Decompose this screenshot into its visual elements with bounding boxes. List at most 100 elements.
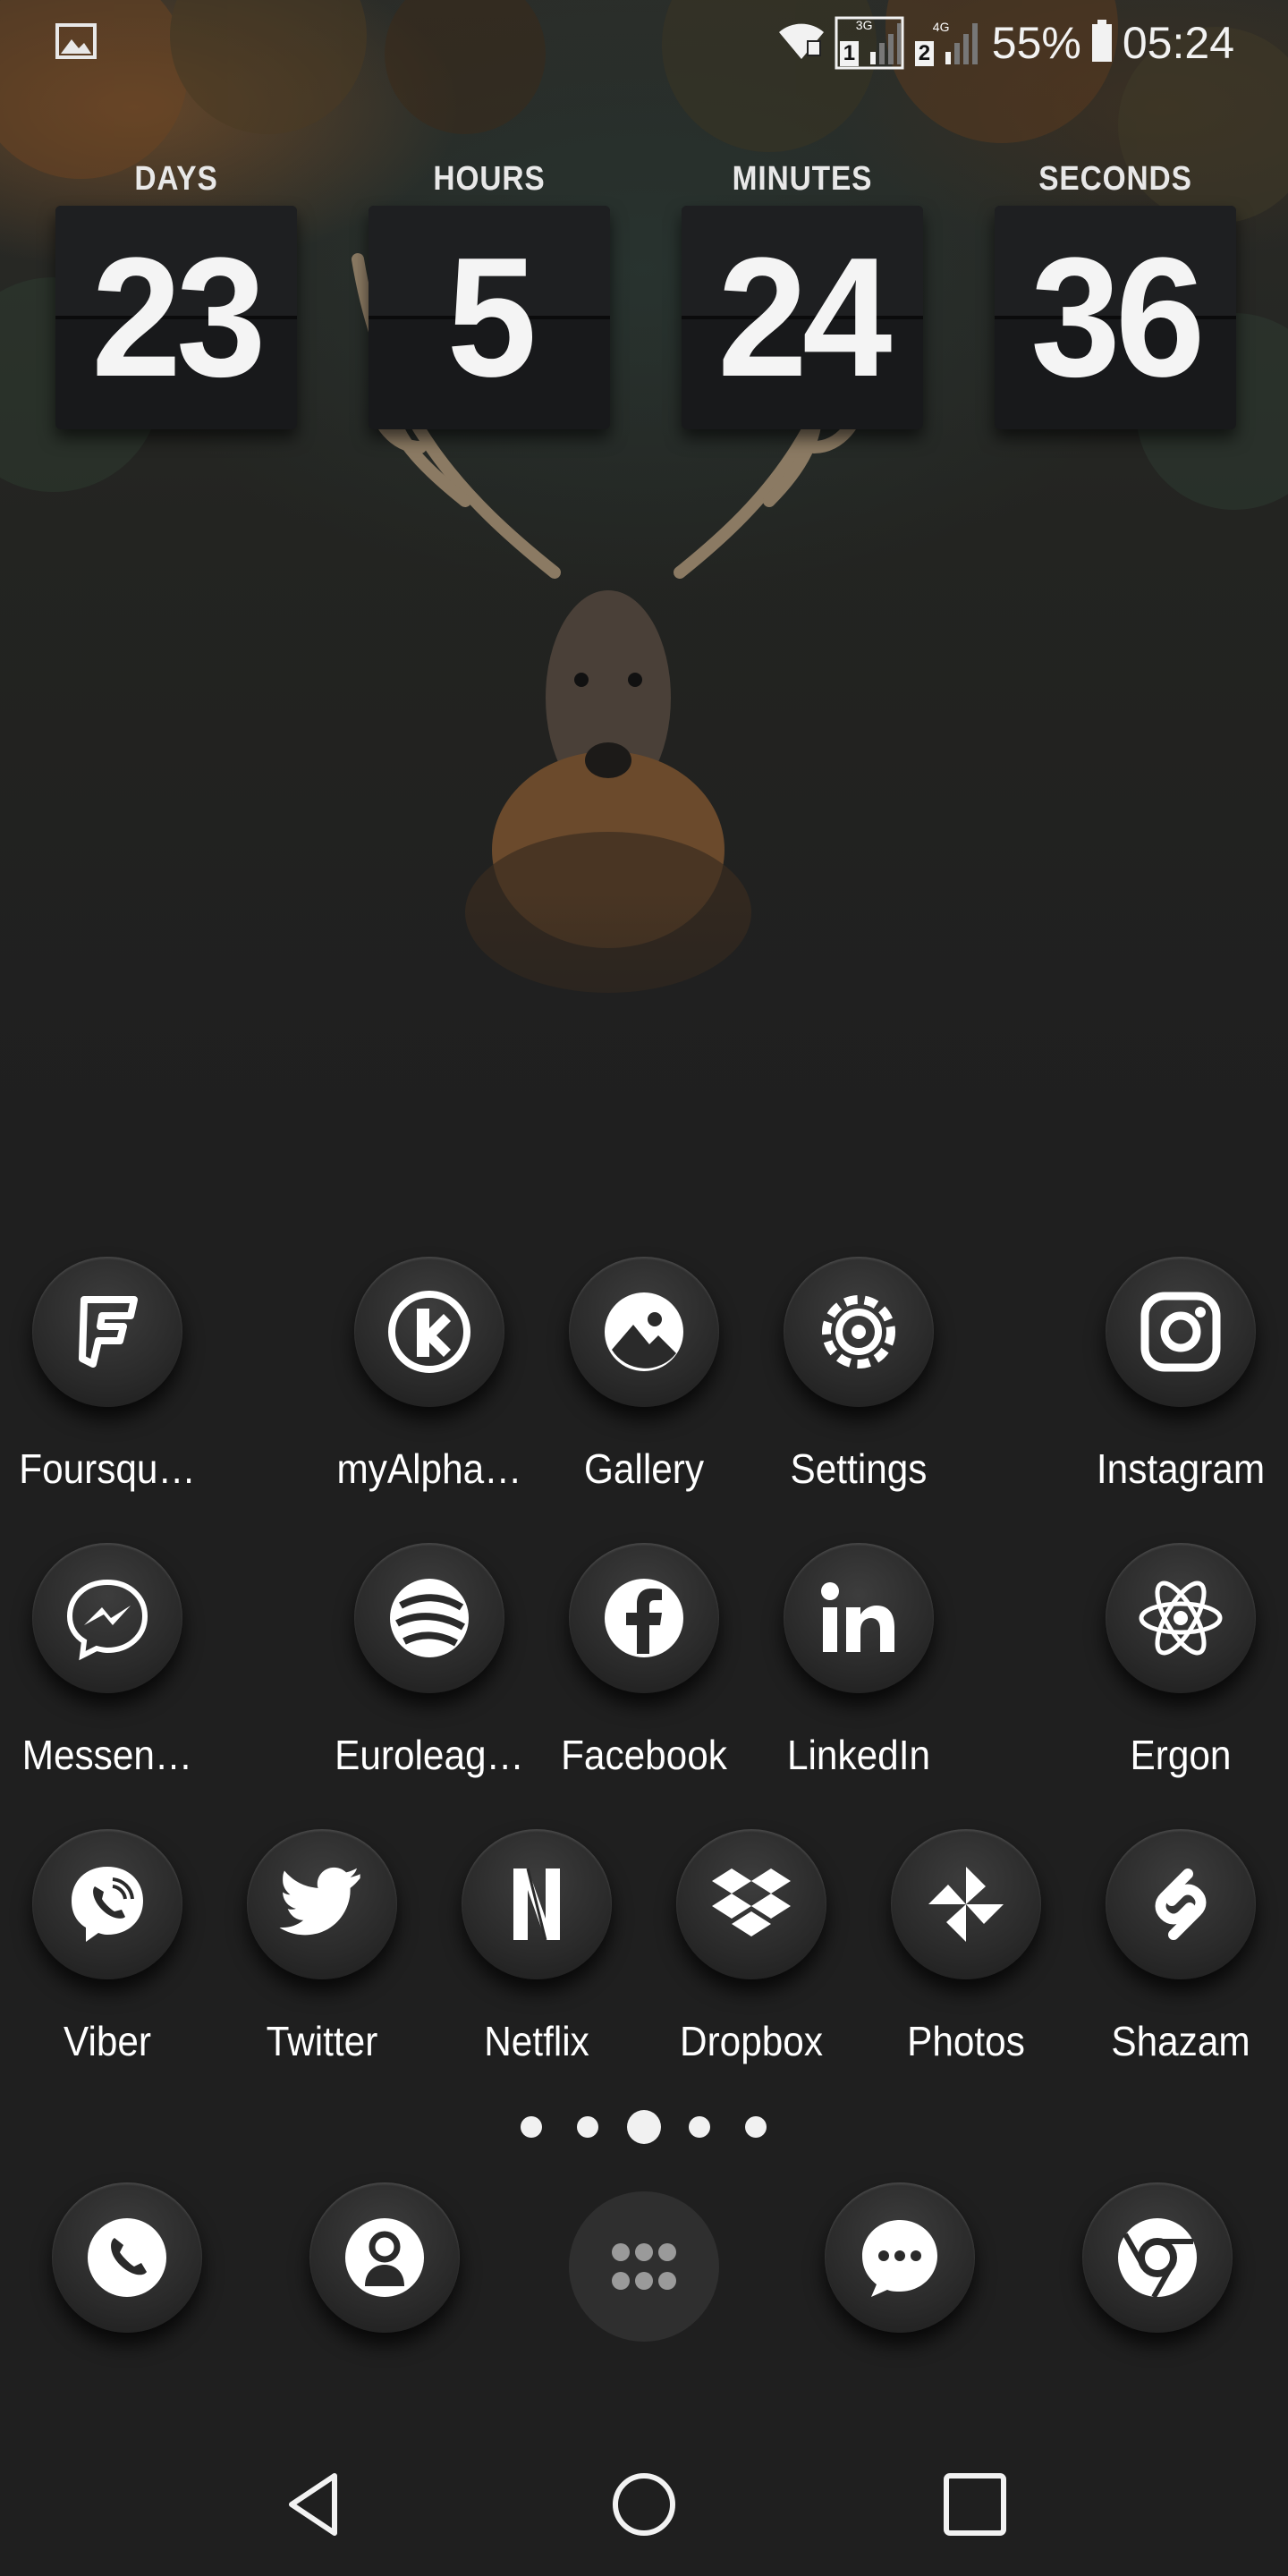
app-netflix[interactable]: Netflix — [429, 1829, 644, 2097]
countdown-seconds: SECONDS 36 — [995, 152, 1236, 429]
shazam-icon — [1155, 1868, 1207, 1940]
app-label: LinkedIn — [786, 1732, 930, 1778]
sim-2-label: 2 — [914, 41, 935, 66]
dock-chrome-button[interactable] — [1082, 2182, 1233, 2333]
app-icon-button[interactable] — [1106, 1829, 1256, 1979]
wifi-icon — [777, 21, 826, 65]
app-icon-button[interactable] — [354, 1543, 504, 1693]
twitter-icon — [279, 1867, 360, 1936]
countdown-value: 5 — [446, 223, 537, 412]
dock-messages-button[interactable] — [825, 2182, 975, 2333]
app-label: Messen… — [21, 1732, 193, 1778]
foursquare-icon — [79, 1296, 138, 1368]
app-label: Instagram — [1096, 1445, 1266, 1492]
countdown-minutes: MINUTES 24 — [682, 152, 923, 429]
signal-sim2-icon: 4G 2 — [913, 16, 983, 70]
recents-button[interactable] — [921, 2451, 1029, 2558]
app-icon-button[interactable] — [784, 1543, 934, 1693]
app-label: Settings — [790, 1445, 928, 1492]
page-dot[interactable] — [689, 2116, 710, 2138]
settings-gear-icon — [822, 1295, 895, 1368]
viber-icon — [72, 1867, 143, 1942]
app-icon-button[interactable] — [784, 1257, 934, 1407]
app-label: Gallery — [583, 1445, 705, 1492]
app-icon-button[interactable] — [32, 1257, 182, 1407]
netflix-icon — [513, 1868, 560, 1941]
app-myalpha[interactable]: myAlpha… — [322, 1257, 537, 1525]
countdown-value: 23 — [91, 223, 266, 412]
gallery-icon — [605, 1292, 683, 1371]
page-indicator[interactable] — [0, 2109, 1288, 2145]
flip-card: 36 — [995, 206, 1236, 429]
app-linkedin[interactable]: LinkedIn — [751, 1543, 966, 1811]
app-label: Facebook — [561, 1732, 727, 1778]
home-button[interactable] — [590, 2451, 698, 2558]
app-icon-button[interactable] — [676, 1829, 826, 1979]
app-icon-button[interactable] — [1106, 1257, 1256, 1407]
app-ergon[interactable]: Ergon — [1073, 1543, 1288, 1811]
messages-icon — [862, 2220, 937, 2297]
app-icon-button[interactable] — [354, 1257, 504, 1407]
page-dot[interactable] — [521, 2116, 542, 2138]
app-foursquare[interactable]: Foursqu… — [0, 1257, 215, 1525]
app-label: Photos — [907, 2018, 1025, 2064]
app-label: myAlpha… — [336, 1445, 522, 1492]
dock-phone-button[interactable] — [52, 2182, 202, 2333]
app-label: Netflix — [484, 2018, 589, 2064]
back-icon — [289, 2473, 337, 2536]
atom-icon — [1139, 1580, 1223, 1656]
sim-1-label: 1 — [839, 41, 860, 66]
app-icon-button[interactable] — [247, 1829, 397, 1979]
flip-card: 5 — [369, 206, 610, 429]
app-label: Foursqu… — [19, 1445, 196, 1492]
page-dot[interactable] — [577, 2116, 598, 2138]
app-drawer-button[interactable] — [569, 2191, 719, 2342]
instagram-icon — [1140, 1292, 1221, 1372]
page-dot[interactable] — [745, 2116, 767, 2138]
app-dropbox[interactable]: Dropbox — [644, 1829, 859, 2097]
app-viber[interactable]: Viber — [0, 1829, 215, 2097]
app-twitter[interactable]: Twitter — [215, 1829, 429, 2097]
countdown-hours: HOURS 5 — [369, 152, 610, 429]
countdown-value: 24 — [717, 223, 892, 412]
chrome-icon — [1118, 2218, 1197, 2299]
app-icon-button[interactable] — [462, 1829, 612, 1979]
app-instagram[interactable]: Instagram — [1073, 1257, 1288, 1525]
status-bar: 3G 1 4G 2 55% 05:24 — [0, 0, 1288, 86]
network-type-2: 4G — [932, 20, 950, 34]
app-messenger[interactable]: Messen… — [0, 1543, 215, 1811]
pinwheel-photos-icon — [928, 1867, 1004, 1942]
facebook-icon — [605, 1579, 683, 1657]
app-icon-button[interactable] — [569, 1257, 719, 1407]
app-icon-button[interactable] — [891, 1829, 1041, 1979]
flip-card: 23 — [55, 206, 297, 429]
countdown-widget[interactable]: DAYS 23 HOURS 5 MINUTES 24 SECONDS 36 — [55, 152, 1236, 438]
app-icon-button[interactable] — [32, 1829, 182, 1979]
app-shazam[interactable]: Shazam — [1073, 1829, 1288, 2097]
battery-icon — [1090, 19, 1114, 67]
app-label: Dropbox — [680, 2018, 823, 2064]
app-gallery[interactable]: Gallery — [537, 1257, 751, 1525]
navigation-bar — [0, 2406, 1288, 2576]
app-facebook[interactable]: Facebook — [537, 1543, 751, 1811]
countdown-days: DAYS 23 — [55, 152, 297, 429]
phone-icon — [88, 2218, 166, 2297]
app-label: Euroleag… — [335, 1732, 524, 1778]
dropbox-icon — [712, 1868, 791, 1936]
app-euroleague[interactable]: Euroleag… — [322, 1543, 537, 1811]
dock-contacts-button[interactable] — [309, 2182, 460, 2333]
back-button[interactable] — [259, 2451, 367, 2558]
app-icon-button[interactable] — [32, 1543, 182, 1693]
network-type-1: 3G — [855, 18, 873, 32]
contacts-icon — [345, 2218, 424, 2297]
status-icons: 3G 1 4G 2 55% 05:24 — [777, 16, 1234, 70]
countdown-label: DAYS — [134, 160, 218, 198]
page-dot-active[interactable] — [627, 2110, 661, 2144]
app-photos[interactable]: Photos — [859, 1829, 1073, 2097]
countdown-value: 36 — [1030, 223, 1205, 412]
app-settings[interactable]: Settings — [751, 1257, 966, 1525]
app-icon-button[interactable] — [1106, 1543, 1256, 1693]
app-label: Twitter — [266, 2018, 378, 2064]
messenger-icon — [66, 1579, 148, 1661]
app-icon-button[interactable] — [569, 1543, 719, 1693]
